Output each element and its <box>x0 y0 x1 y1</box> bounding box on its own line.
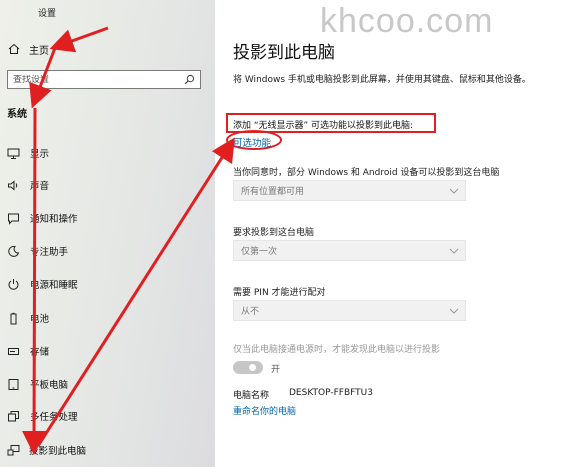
search-input[interactable] <box>13 74 184 85</box>
ask-projection-dropdown[interactable]: 仅第一次 <box>233 240 466 261</box>
pin-pairing-label: 需要 PIN 才能进行配对 <box>233 288 326 298</box>
power-only-checkbox-row[interactable]: 仅当此电脑接通电源时，才能发现此电脑以进行投影 <box>233 342 440 355</box>
chevron-down-icon <box>449 308 459 314</box>
sidebar-item-label: 存储 <box>30 347 50 358</box>
allow-projection-label: 当你同意时，部分 Windows 和 Android 设备可以投影到这台电脑 <box>233 168 500 178</box>
chevron-down-icon <box>449 248 459 254</box>
pin-pairing-dropdown[interactable]: 从不 <box>233 300 466 321</box>
power-only-label: 仅当此电脑接通电源时，才能发现此电脑以进行投影 <box>233 345 441 355</box>
sidebar-item-label: 显示 <box>30 149 50 160</box>
battery-icon <box>10 312 17 324</box>
home-label: 主页 <box>29 45 49 57</box>
sidebar-item-project-to-pc[interactable]: 投影到此电脑 <box>0 440 215 460</box>
pc-name-value: DESKTOP-FFBFTU3 <box>289 388 373 398</box>
dropdown-value: 所有位置都可用 <box>241 187 305 197</box>
sidebar-item-label: 通知和操作 <box>30 214 78 225</box>
speaker-icon <box>8 179 18 191</box>
sidebar-item-label: 声音 <box>30 181 50 192</box>
pc-name-label: 电脑名称 <box>233 391 270 401</box>
sidebar-item-label: 多任务处理 <box>30 412 78 423</box>
sidebar: 设置 主页 系统 显示 声音 通知和操作 <box>0 0 215 467</box>
sidebar-item-multitasking[interactable]: 多任务处理 <box>0 406 215 426</box>
sidebar-item-label: 电池 <box>30 314 50 325</box>
notification-icon <box>8 213 19 225</box>
multitask-icon <box>8 410 19 421</box>
sidebar-item-display[interactable]: 显示 <box>0 143 215 163</box>
page-description: 将 Windows 手机或电脑投影到此屏幕，并使用其键盘、鼠标和其他设备。 <box>233 75 531 85</box>
monitor-icon <box>7 148 20 159</box>
sidebar-item-label: 专注助手 <box>30 247 69 258</box>
sidebar-item-storage[interactable]: 存储 <box>0 341 215 361</box>
sidebar-item-notifications[interactable]: 通知和操作 <box>0 208 215 228</box>
search-icon[interactable] <box>184 74 195 85</box>
dropdown-value: 从不 <box>241 307 260 317</box>
moon-icon <box>8 245 20 257</box>
sidebar-item-label: 投影到此电脑 <box>29 446 87 457</box>
project-icon <box>7 444 20 455</box>
home-nav-item[interactable]: 主页 <box>8 42 49 57</box>
toggle-state-label: 开 <box>271 365 281 375</box>
sidebar-item-sound[interactable]: 声音 <box>0 175 215 195</box>
search-box[interactable] <box>7 70 201 89</box>
allow-projection-dropdown[interactable]: 所有位置都可用 <box>233 180 466 201</box>
storage-icon <box>8 347 19 355</box>
section-heading: 系统 <box>7 109 27 120</box>
page-title: 投影到此电脑 <box>233 43 335 63</box>
sidebar-item-label: 平板电脑 <box>30 380 69 391</box>
chevron-down-icon <box>449 188 459 194</box>
power-only-toggle[interactable] <box>233 361 263 374</box>
sidebar-item-focus-assist[interactable]: 专注助手 <box>0 241 215 261</box>
toggle-knob <box>249 364 256 371</box>
sidebar-item-tablet[interactable]: 平板电脑 <box>0 374 215 394</box>
watermark: khcoo.com <box>320 2 494 40</box>
sidebar-item-label: 电源和睡眠 <box>30 280 78 291</box>
window-title: 设置 <box>38 9 57 19</box>
sidebar-item-power-sleep[interactable]: 电源和睡眠 <box>0 274 215 294</box>
sidebar-item-battery[interactable]: 电池 <box>0 308 215 328</box>
ask-projection-label: 要求投影到这台电脑 <box>233 228 315 238</box>
optional-features-link[interactable]: 可选功能 <box>233 135 271 149</box>
home-icon <box>8 43 20 54</box>
power-icon <box>8 278 19 290</box>
rename-pc-link[interactable]: 重命名你的电脑 <box>233 404 296 417</box>
dropdown-value: 仅第一次 <box>241 247 278 257</box>
tablet-icon <box>8 378 19 390</box>
